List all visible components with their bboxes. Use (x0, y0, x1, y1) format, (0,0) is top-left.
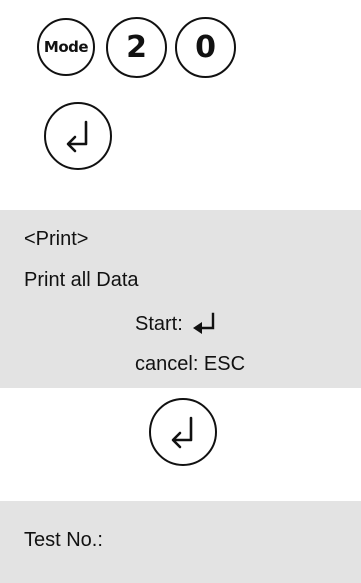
digit-2-key[interactable]: 2 (106, 17, 167, 78)
cancel-instruction: cancel: ESC (135, 353, 246, 375)
enter-key[interactable] (44, 102, 112, 170)
start-label: Start: (135, 313, 183, 335)
enter-return-icon (192, 312, 214, 334)
print-all-data-text: Print all Data (24, 269, 139, 291)
enter-return-icon (66, 120, 88, 153)
test-number-display-panel: Test No.: (0, 501, 361, 583)
test-number-label: Test No.: (24, 529, 103, 551)
enter-return-icon (171, 416, 193, 449)
mode-key[interactable]: Mode (37, 18, 95, 76)
mode-key-label: Mode (43, 38, 89, 56)
print-heading: <Print> (24, 228, 89, 250)
start-instruction: Start: (135, 312, 217, 336)
enter-key-second[interactable] (149, 398, 217, 466)
digit-0-key[interactable]: 0 (175, 17, 236, 78)
print-display-panel: <Print> Print all Data Start: cancel: ES… (0, 210, 361, 388)
digit-2-key-label: 2 (126, 30, 147, 65)
digit-0-key-label: 0 (195, 30, 216, 65)
